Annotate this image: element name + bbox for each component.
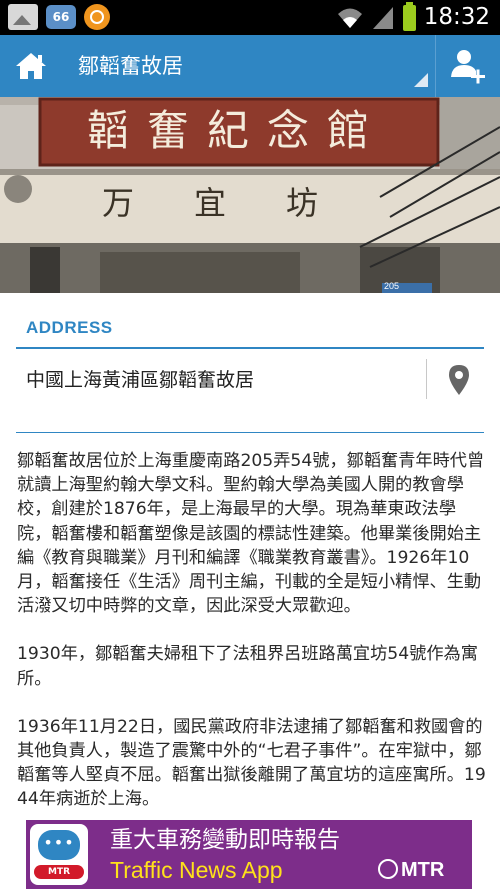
- action-bar: 鄒韜奮故居: [0, 35, 500, 97]
- house-number-plate: 205: [384, 281, 400, 291]
- status-time: 18:32: [423, 4, 490, 30]
- ad-title-en: Traffic News App: [110, 857, 283, 883]
- add-user-icon: [451, 50, 485, 84]
- dropdown-indicator[interactable]: [414, 73, 428, 87]
- notification-badge-icon: 66: [46, 5, 76, 29]
- description-paragraph: 鄒韜奮故居位於上海重慶南路205弄54號，鄒韜奮青年時代曾就讀上海聖約翰大學文科…: [17, 451, 485, 617]
- header-photo: 韜奮紀念館 万宜坊 205: [0, 97, 500, 293]
- ad-icon-brand: MTR: [34, 865, 84, 879]
- address-separator: [426, 359, 427, 399]
- app-circle-icon: [84, 4, 110, 30]
- lane-sign-text: 万宜坊: [101, 184, 378, 222]
- mtr-logo-icon: [378, 859, 398, 879]
- address-row[interactable]: 中國上海黃浦區鄒韜奮故居: [16, 349, 484, 411]
- map-pin-icon: [449, 365, 469, 395]
- wifi-icon: [337, 8, 362, 28]
- home-icon: [16, 53, 46, 79]
- add-user-button[interactable]: [436, 35, 500, 97]
- address-label: ADDRESS: [26, 318, 113, 337]
- address-divider-bottom: [16, 432, 484, 433]
- map-button[interactable]: [434, 349, 484, 411]
- memorial-sign-text: 韜奮紀念館: [86, 106, 387, 155]
- battery-icon: [402, 1, 416, 31]
- ad-app-icon: MTR: [30, 824, 88, 885]
- ad-banner[interactable]: MTR 重大車務變動即時報告 Traffic News App MTR: [26, 820, 472, 889]
- status-bar: 66 18:32: [0, 0, 500, 35]
- description: 鄒韜奮故居位於上海重慶南路205弄54號，鄒韜奮青年時代曾就讀上海聖約翰大學文科…: [17, 449, 489, 836]
- address-value: 中國上海黃浦區鄒韜奮故居: [26, 369, 255, 391]
- page-title: 鄒韜奮故居: [78, 54, 183, 78]
- ad-brand-label: MTR: [401, 859, 445, 881]
- home-button[interactable]: [0, 35, 62, 97]
- description-paragraph: 1936年11月22日，國民黨政府非法逮捕了鄒韜奮和救國會的其他負責人，製造了震…: [17, 716, 486, 810]
- ad-title-zh: 重大車務變動即時報告: [110, 827, 340, 853]
- signal-icon: [372, 6, 393, 29]
- chat-bubble-icon: [38, 830, 80, 860]
- description-paragraph: 1930年，鄒韜奮夫婦租下了法租界呂班路萬宜坊54號作為寓所。: [17, 644, 478, 689]
- ad-brand-logo: MTR: [378, 856, 444, 884]
- image-icon: [8, 4, 38, 30]
